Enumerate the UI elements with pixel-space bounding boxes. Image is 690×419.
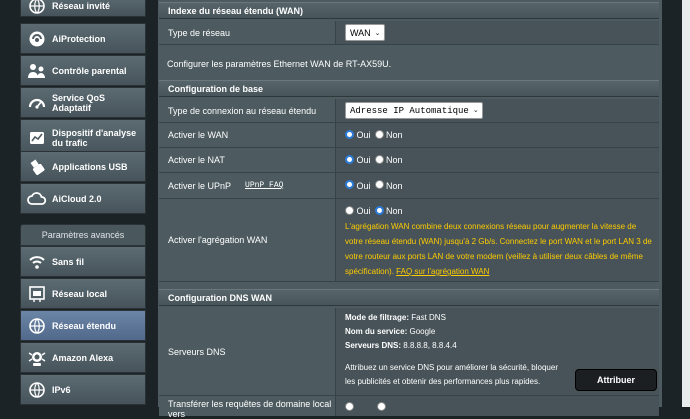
sidebar-item-label: IPv6 xyxy=(52,384,71,395)
qos-icon xyxy=(26,92,48,114)
wan-aggregation-yes-radio[interactable] xyxy=(345,205,354,215)
parental-control-icon xyxy=(26,60,48,82)
upnp-faq-link[interactable]: UPnP FAQ xyxy=(245,181,283,190)
forward-local-label: Transférer les requêtes de domaine local… xyxy=(159,396,336,419)
sidebar-item-aicloud[interactable]: AiCloud 2.0 xyxy=(20,183,146,214)
network-type-label: Type de réseau xyxy=(159,21,336,44)
sidebar-item-label: Réseau invité xyxy=(52,0,111,11)
sidebar-item-aiprotection[interactable]: AiProtection xyxy=(20,23,146,54)
enable-wan-row: Activer le WAN Oui Non xyxy=(159,123,659,148)
enable-nat-yes-radio[interactable] xyxy=(345,154,354,164)
sidebar-item-alexa[interactable]: Amazon Alexa xyxy=(20,342,146,373)
sidebar-item-guest-network[interactable]: Réseau invité xyxy=(20,0,146,17)
basic-config-header: Configuration de base xyxy=(159,80,659,97)
enable-nat-label: Activer le NAT xyxy=(159,148,336,172)
page-scrollbar[interactable] xyxy=(682,0,690,407)
usb-icon xyxy=(26,156,48,178)
wireless-icon xyxy=(26,251,48,273)
sidebar-item-label: Réseau local xyxy=(52,288,108,299)
config-description: Configurer les paramètres Ethernet WAN d… xyxy=(167,59,392,69)
enable-wan-no-radio[interactable] xyxy=(374,129,384,139)
sidebar-item-label: Contrôle parental xyxy=(52,65,127,76)
sidebar-item-label: Amazon Alexa xyxy=(52,352,114,363)
connection-type-row: Type de connexion au réseau étendu Adres… xyxy=(159,99,659,123)
enable-upnp-row: Activer le UPnP UPnP FAQ Oui Non xyxy=(159,173,659,199)
no-label: Non xyxy=(386,180,403,191)
enable-upnp-label: Activer le UPnP xyxy=(168,180,232,191)
service-name-value: Google xyxy=(409,327,436,336)
connection-type-label: Type de connexion au réseau étendu xyxy=(159,99,336,122)
dns-servers-list-label: Serveurs DNS: xyxy=(345,341,402,350)
connection-type-select[interactable]: Adresse IP Automatique ⌄ xyxy=(345,102,483,119)
network-type-row: Type de réseau WAN ⌄ xyxy=(159,21,659,45)
ipv6-icon xyxy=(26,379,48,401)
sidebar-item-usb[interactable]: Applications USB xyxy=(20,151,146,182)
enable-wan-yes-radio[interactable] xyxy=(345,129,354,139)
main-panel: Indexe du réseau étendu (WAN) Type de ré… xyxy=(158,0,662,419)
filter-mode-label: Mode de filtrage: xyxy=(345,313,410,322)
network-type-select[interactable]: WAN ⌄ xyxy=(345,24,385,41)
yes-label: Oui xyxy=(356,206,371,216)
chevron-down-icon: ⌄ xyxy=(374,29,381,37)
sidebar-item-qos[interactable]: Service QoS Adaptatif xyxy=(20,87,146,118)
sidebar-item-label: AiProtection xyxy=(52,33,106,44)
yes-label: Oui xyxy=(356,180,371,191)
sidebar-item-label: Réseau étendu xyxy=(52,320,117,331)
sidebar-item-wan[interactable]: Réseau étendu xyxy=(20,310,146,341)
sidebar-item-wireless[interactable]: Sans fil xyxy=(20,246,146,277)
enable-upnp-yes-radio[interactable] xyxy=(345,180,354,189)
yes-label: Oui xyxy=(356,130,371,140)
wan-index-header: Indexe du réseau étendu (WAN) xyxy=(159,2,659,19)
traffic-analyzer-icon xyxy=(26,127,48,149)
sidebar-item-label: Service QoS Adaptatif xyxy=(52,92,106,113)
enable-wan-label: Activer le WAN xyxy=(159,123,336,147)
aiprotection-icon xyxy=(26,28,48,50)
no-label: Non xyxy=(386,130,403,140)
network-type-value: WAN xyxy=(350,27,371,38)
assign-dns-button[interactable]: Attribuer xyxy=(575,369,657,391)
service-name-label: Nom du service: xyxy=(345,327,408,336)
enable-upnp-no-radio[interactable] xyxy=(374,180,384,189)
forward-local-row: Transférer les requêtes de domaine local… xyxy=(159,396,659,419)
sidebar-item-label: AiCloud 2.0 xyxy=(52,193,102,204)
wan-aggregation-no-radio[interactable] xyxy=(374,205,384,215)
wan-icon xyxy=(26,315,48,337)
sidebar-item-label: Sans fil xyxy=(52,256,85,267)
advanced-settings-header: Paramètres avancés xyxy=(20,224,146,246)
dns-servers-label: Serveurs DNS xyxy=(159,308,336,395)
no-label: Non xyxy=(386,206,403,216)
dns-config-header: Configuration DNS WAN xyxy=(159,289,659,306)
aggregation-warning: L'agrégation WAN combine deux connexions… xyxy=(345,222,652,276)
filter-mode-value: Fast DNS xyxy=(411,313,446,322)
guest-network-icon xyxy=(26,0,48,17)
connection-type-value: Adresse IP Automatique xyxy=(350,105,469,116)
wan-aggregation-row: Activer l'agrégation WAN Oui Non L'agrég… xyxy=(159,199,659,282)
enable-nat-row: Activer le NAT Oui Non xyxy=(159,148,659,173)
aggregation-faq-link[interactable]: FAQ sur l'agrégation WAN xyxy=(396,267,489,276)
enable-nat-no-radio[interactable] xyxy=(374,154,384,164)
dns-assign-text: Attribuez un service DNS pour améliorer … xyxy=(345,363,558,386)
sidebar-item-label: Dispositif d'analyse du trafic xyxy=(52,128,137,148)
lan-icon xyxy=(26,283,48,305)
sidebar: Réseau invité AiProtection Contrôle pare… xyxy=(20,0,146,407)
sidebar-item-label: Applications USB xyxy=(52,161,128,172)
sidebar-item-ipv6[interactable]: IPv6 xyxy=(20,374,146,405)
yes-label: Oui xyxy=(356,155,371,165)
chevron-down-icon: ⌄ xyxy=(472,107,479,115)
wan-aggregation-label: Activer l'agrégation WAN xyxy=(159,199,336,281)
sidebar-item-lan[interactable]: Réseau local xyxy=(20,278,146,309)
sidebar-item-parental-control[interactable]: Contrôle parental xyxy=(20,55,146,86)
no-label: Non xyxy=(386,155,403,165)
aicloud-icon xyxy=(26,188,48,210)
dns-servers-value: 8.8.8.8, 8.8.4.4 xyxy=(403,341,457,350)
alexa-icon xyxy=(26,347,48,369)
